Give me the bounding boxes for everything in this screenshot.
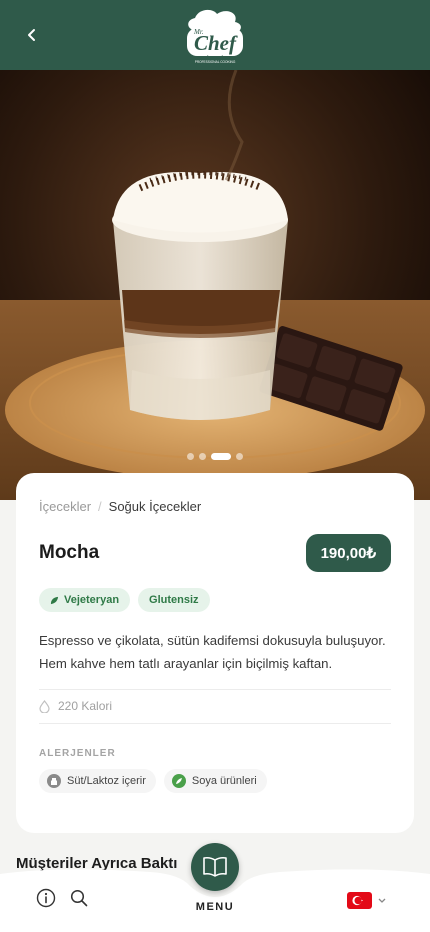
tag-gluten-free: Glutensiz <box>138 588 210 612</box>
product-description: Espresso ve çikolata, sütün kadifemsi do… <box>39 633 386 671</box>
carousel-dot[interactable] <box>199 453 206 460</box>
tag-label: Vejeteryan <box>64 594 120 606</box>
allergen-soy: Soya ürünleri <box>163 769 267 793</box>
allergens-heading: ALERJENLER <box>39 748 116 759</box>
chevron-left-icon <box>28 29 35 41</box>
diet-tags: Vejeteryan Glutensiz <box>39 588 391 612</box>
top-bar: Mr. Chef PROFESSIONAL COOKING <box>0 0 430 70</box>
breadcrumb-category[interactable]: İçecekler <box>39 499 91 514</box>
menu-button[interactable] <box>191 843 239 891</box>
allergen-label: Süt/Laktoz içerir <box>67 775 146 787</box>
soy-icon <box>171 774 186 788</box>
calories-text: 220 Kalori <box>58 699 113 713</box>
allergen-label: Soya ürünleri <box>191 775 257 787</box>
carousel-dot[interactable] <box>211 453 231 460</box>
drop-icon <box>39 699 50 713</box>
book-icon <box>203 856 227 877</box>
turkey-flag-icon <box>347 892 372 909</box>
allergen-milk: Süt/Laktoz içerir <box>39 769 156 793</box>
back-button[interactable] <box>18 21 46 49</box>
breadcrumb: İçecekler / Soğuk İçecekler <box>39 499 391 514</box>
language-selector[interactable] <box>347 892 386 909</box>
svg-text:PROFESSIONAL COOKING: PROFESSIONAL COOKING <box>195 60 236 64</box>
carousel-dots <box>0 453 430 460</box>
product-image-carousel[interactable] <box>0 70 430 500</box>
svg-text:Chef: Chef <box>194 31 238 55</box>
breadcrumb-subcategory[interactable]: Soğuk İçecekler <box>109 499 202 514</box>
carousel-dot[interactable] <box>187 453 194 460</box>
carousel-dot[interactable] <box>236 453 243 460</box>
tag-vegetarian: Vejeteryan <box>39 588 131 612</box>
calorie-row: 220 Kalori <box>39 690 391 723</box>
brand-logo[interactable]: Mr. Chef PROFESSIONAL COOKING <box>173 6 257 66</box>
milk-icon <box>47 774 61 788</box>
allergen-list: Süt/Laktoz içerir Soya ürünleri <box>39 769 391 793</box>
breadcrumb-separator: / <box>98 499 102 514</box>
product-title: Mocha <box>39 542 100 563</box>
price-badge: 190,00₺ <box>305 534 391 572</box>
product-detail-card: İçecekler / Soğuk İçecekler Mocha 190,00… <box>16 473 414 833</box>
leaf-icon <box>50 596 59 604</box>
chevron-down-icon <box>378 898 386 903</box>
mocha-photo <box>0 70 430 500</box>
tag-label: Glutensiz <box>149 594 199 606</box>
divider <box>39 723 391 724</box>
